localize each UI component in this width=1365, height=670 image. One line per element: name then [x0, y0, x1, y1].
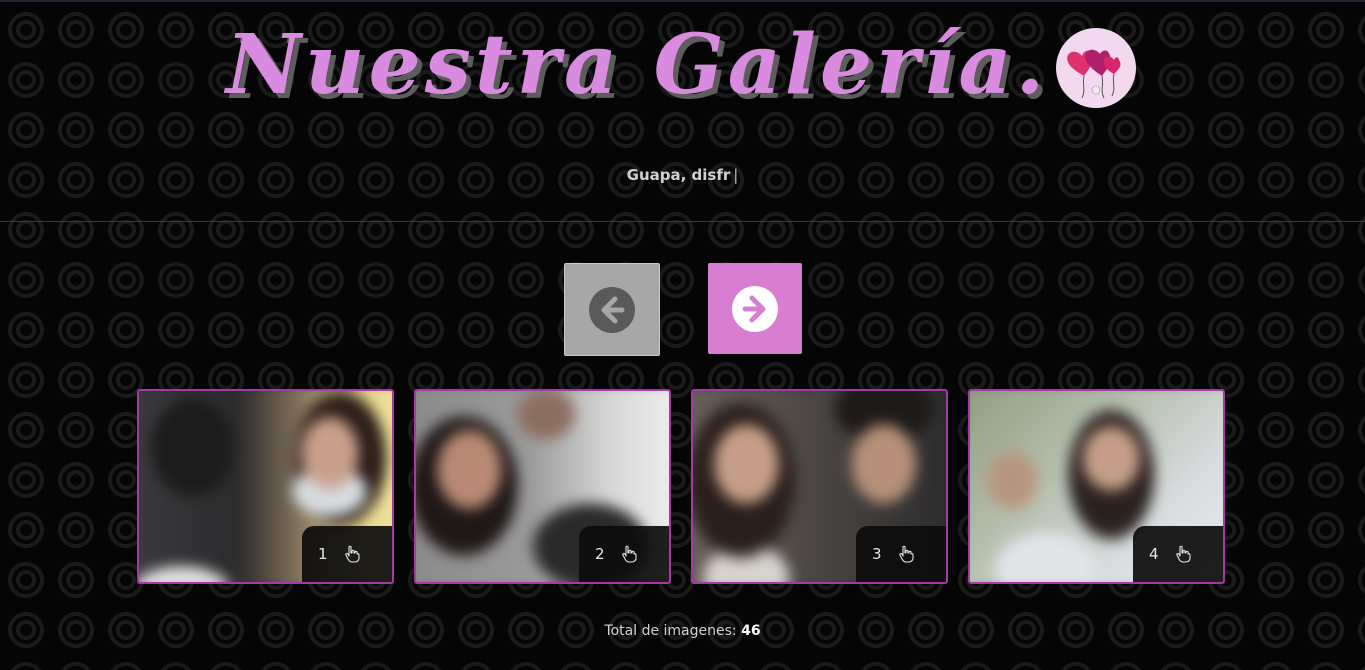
- arrow-left-circle-icon: [589, 286, 635, 333]
- total-value: 46: [741, 623, 761, 639]
- image-count: Total de imagenes: 46: [0, 623, 1365, 639]
- hand-pointer-icon: [621, 545, 637, 563]
- gallery-card-1[interactable]: 1: [137, 389, 394, 584]
- total-label: Total de imagenes:: [604, 623, 737, 639]
- prev-button[interactable]: [564, 263, 660, 356]
- hand-pointer-icon: [344, 545, 360, 563]
- typing-cursor: |: [733, 166, 739, 184]
- hand-pointer-icon: [1175, 545, 1191, 563]
- typed-subtitle: Guapa, disfr |: [0, 166, 1365, 184]
- card-number: 3: [872, 545, 882, 563]
- card-number: 2: [595, 545, 605, 563]
- gallery-card-4[interactable]: 4: [968, 389, 1225, 584]
- subtitle-text: Guapa, disfr: [626, 166, 731, 184]
- card-number-tag: 3: [856, 526, 946, 582]
- card-number: 4: [1149, 545, 1159, 563]
- gallery-card-2[interactable]: 2: [414, 389, 671, 584]
- card-number-tag: 1: [302, 526, 392, 582]
- next-button[interactable]: [708, 263, 802, 354]
- gallery-card-3[interactable]: 3: [691, 389, 948, 584]
- card-number: 1: [318, 545, 328, 563]
- arrow-right-circle-icon: [732, 285, 778, 332]
- gallery: 1 2 3 4: [137, 389, 1230, 589]
- page-title: Nuestra Galería.: [226, 17, 1049, 113]
- heart-balloons-icon: [1056, 28, 1137, 108]
- card-number-tag: 2: [579, 526, 669, 582]
- header: Nuestra Galería. Guapa, disfr |: [0, 2, 1365, 222]
- hand-pointer-icon: [898, 545, 914, 563]
- title-row: Nuestra Galería.: [226, 17, 1137, 113]
- card-number-tag: 4: [1133, 526, 1223, 582]
